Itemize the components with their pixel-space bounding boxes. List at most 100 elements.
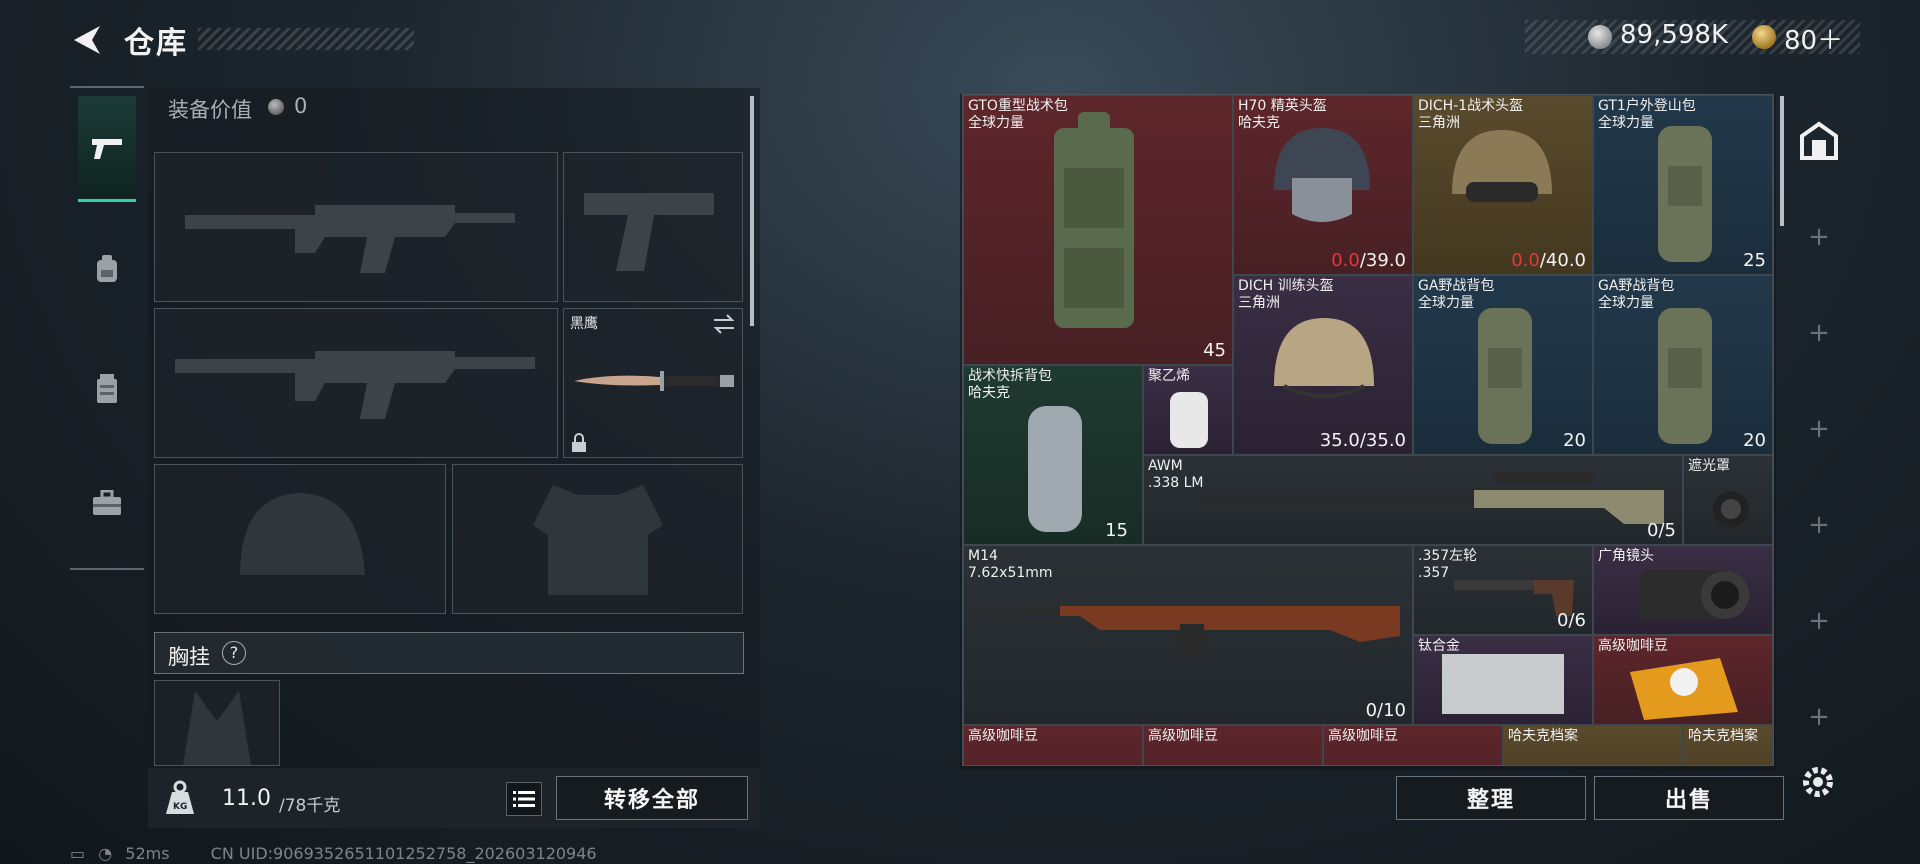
item-value: 20 <box>1743 430 1766 451</box>
grid-item-hafk-archive[interactable]: 哈夫克档案 <box>1503 725 1683 765</box>
rifle-silhouette-icon <box>175 351 535 419</box>
toolbox-icon <box>93 490 121 515</box>
chest-rig-silhouette-icon <box>183 691 251 765</box>
warehouse-grid: GTO重型战术包 全球力量 45 H70 精英头盔 哈夫克 0.0/39.0 DIC… <box>962 94 1774 766</box>
item-value: 20 <box>1563 430 1586 451</box>
backpack-icon <box>1658 308 1712 444</box>
warehouse-icon[interactable] <box>1798 120 1840 160</box>
camera-lens-icon <box>1640 570 1749 620</box>
nav-backpack-tab[interactable] <box>78 216 136 322</box>
item-ammo: 0/10 <box>1365 700 1406 721</box>
equipment-value: 0 <box>294 94 308 118</box>
helmet-slot[interactable] <box>154 464 446 614</box>
help-icon[interactable]: ? <box>222 641 246 665</box>
transfer-all-button[interactable]: 转移全部 <box>556 776 748 820</box>
sell-button[interactable]: 出售 <box>1594 776 1784 820</box>
item-name: 高级咖啡豆 <box>1328 728 1398 744</box>
primary-weapon-slot-2[interactable] <box>154 308 558 458</box>
add-storage-plus-icon[interactable]: + <box>1808 224 1830 250</box>
grid-item-dich1-helmet[interactable]: DICH-1战术头盔 三角洲 0.0/40.0 <box>1413 95 1593 275</box>
weight-current: 11.0 <box>222 786 271 811</box>
item-name: 哈夫克档案 <box>1688 728 1758 744</box>
rifle-silhouette-icon <box>185 205 515 273</box>
grid-item-titanium[interactable]: 钛合金 <box>1413 635 1593 725</box>
swap-icon[interactable] <box>712 313 736 335</box>
grid-item-h70-helmet[interactable]: H70 精英头盔 哈夫克 0.0/39.0 <box>1233 95 1413 275</box>
item-durability: 0.0/39.0 <box>1331 250 1406 271</box>
grid-item-ga-backpack-2[interactable]: GA野战背包 全球力量 20 <box>1593 275 1773 455</box>
item-name: AWM .338 LM <box>1148 458 1204 491</box>
backpack-icon <box>1054 112 1134 328</box>
settings-gear-icon[interactable] <box>1800 764 1836 800</box>
grid-item-quick-release-backpack[interactable]: 战术快拆背包 哈夫克 15 <box>963 365 1143 545</box>
grid-item-gt1-backpack[interactable]: GT1户外登山包 全球力量 25 <box>1593 95 1773 275</box>
item-name: 遮光罩 <box>1688 458 1730 474</box>
nav-toolbox-tab[interactable] <box>78 450 136 556</box>
grid-item-coffee-beans[interactable]: 高级咖啡豆 <box>1323 725 1503 765</box>
item-name: 高级咖啡豆 <box>968 728 1038 744</box>
grid-item-coffee-beans[interactable]: 高级咖啡豆 <box>1593 635 1773 725</box>
list-icon <box>513 791 535 807</box>
equipment-scrollbar-thumb[interactable] <box>750 96 754 326</box>
helmet-silhouette-icon <box>240 493 365 575</box>
status-bar: ▭ ◔ 52ms CN UID:9069352651101252758_2026… <box>70 844 597 863</box>
nav-weapons-tab[interactable] <box>78 96 136 202</box>
coffee-bag-icon <box>1630 658 1738 720</box>
back-arrow-icon <box>74 26 100 54</box>
weight-max: /78千克 <box>279 796 341 816</box>
backpack-icon <box>1028 406 1082 532</box>
grid-item-polyethylene[interactable]: 聚乙烯 <box>1143 365 1233 455</box>
warehouse-scrollbar-thumb[interactable] <box>1780 96 1784 226</box>
title-stripe-decoration <box>198 28 414 50</box>
item-durability: 35.0/35.0 <box>1319 430 1406 451</box>
melee-slot[interactable]: 黑鹰 <box>563 308 743 458</box>
secondary-weapon-slot[interactable] <box>563 152 743 302</box>
value-coin-icon <box>268 99 284 115</box>
grid-item-hafk-archive[interactable]: 哈夫克档案 <box>1683 725 1773 765</box>
item-name: 哈夫克档案 <box>1508 728 1578 744</box>
backpack-icon <box>1658 126 1712 262</box>
grid-item-lens-hood[interactable]: 遮光罩 <box>1683 455 1773 545</box>
add-storage-plus-icon[interactable]: + <box>1808 608 1830 634</box>
svg-text:KG: KG <box>173 802 187 812</box>
grid-item-coffee-beans[interactable]: 高级咖啡豆 <box>1143 725 1323 765</box>
item-name: 聚乙烯 <box>1148 368 1190 384</box>
helmet-icon <box>1274 128 1370 222</box>
add-storage-plus-icon[interactable]: + <box>1808 512 1830 538</box>
primary-weapon-slot-1[interactable] <box>154 152 558 302</box>
list-view-button[interactable] <box>506 782 542 816</box>
silver-coin-icon <box>1588 25 1612 49</box>
chest-rig-slot[interactable] <box>154 680 280 766</box>
back-button[interactable] <box>70 22 106 58</box>
lens-hood-icon <box>1713 491 1749 527</box>
organize-button[interactable]: 整理 <box>1396 776 1586 820</box>
pistol-silhouette-icon <box>584 193 714 271</box>
item-name: 高级咖啡豆 <box>1148 728 1218 744</box>
helmet-icon <box>1452 130 1552 202</box>
grid-item-dich-training-helmet[interactable]: DICH 训练头盔 三角洲 35.0/35.0 <box>1233 275 1413 455</box>
armor-silhouette-icon <box>533 485 663 595</box>
sniper-rifle-icon <box>1204 472 1664 524</box>
add-storage-plus-icon[interactable]: + <box>1808 416 1830 442</box>
grid-item-ga-backpack-1[interactable]: GA野战背包 全球力量 20 <box>1413 275 1593 455</box>
pistol-icon <box>92 138 122 159</box>
grid-item-gto-backpack[interactable]: GTO重型战术包 全球力量 45 <box>963 95 1233 365</box>
grid-item-m14[interactable]: M14 7.62x51mm 0/10 <box>963 545 1413 725</box>
helmet-icon <box>1274 318 1374 398</box>
item-ammo: 0/5 <box>1647 520 1676 541</box>
melee-slot-label: 黑鹰 <box>570 316 598 332</box>
add-storage-plus-icon[interactable]: + <box>1808 320 1830 346</box>
ping-value: 52ms <box>125 844 170 863</box>
armor-slot[interactable] <box>452 464 743 614</box>
grid-item-357-revolver[interactable]: .357左轮 .357 0/6 <box>1413 545 1593 635</box>
grid-item-awm[interactable]: AWM .338 LM 0/5 <box>1143 455 1683 545</box>
item-ammo: 0/6 <box>1557 610 1586 631</box>
knife-icon <box>574 371 734 391</box>
add-storage-plus-icon[interactable]: + <box>1808 704 1830 730</box>
grid-item-coffee-beans[interactable]: 高级咖啡豆 <box>963 725 1143 765</box>
rifle-icon <box>980 606 1400 654</box>
grid-item-wide-angle-lens[interactable]: 广角镜头 <box>1593 545 1773 635</box>
item-value: 45 <box>1203 340 1226 361</box>
nav-vest-tab[interactable] <box>78 336 136 442</box>
backpack-icon <box>97 255 117 282</box>
